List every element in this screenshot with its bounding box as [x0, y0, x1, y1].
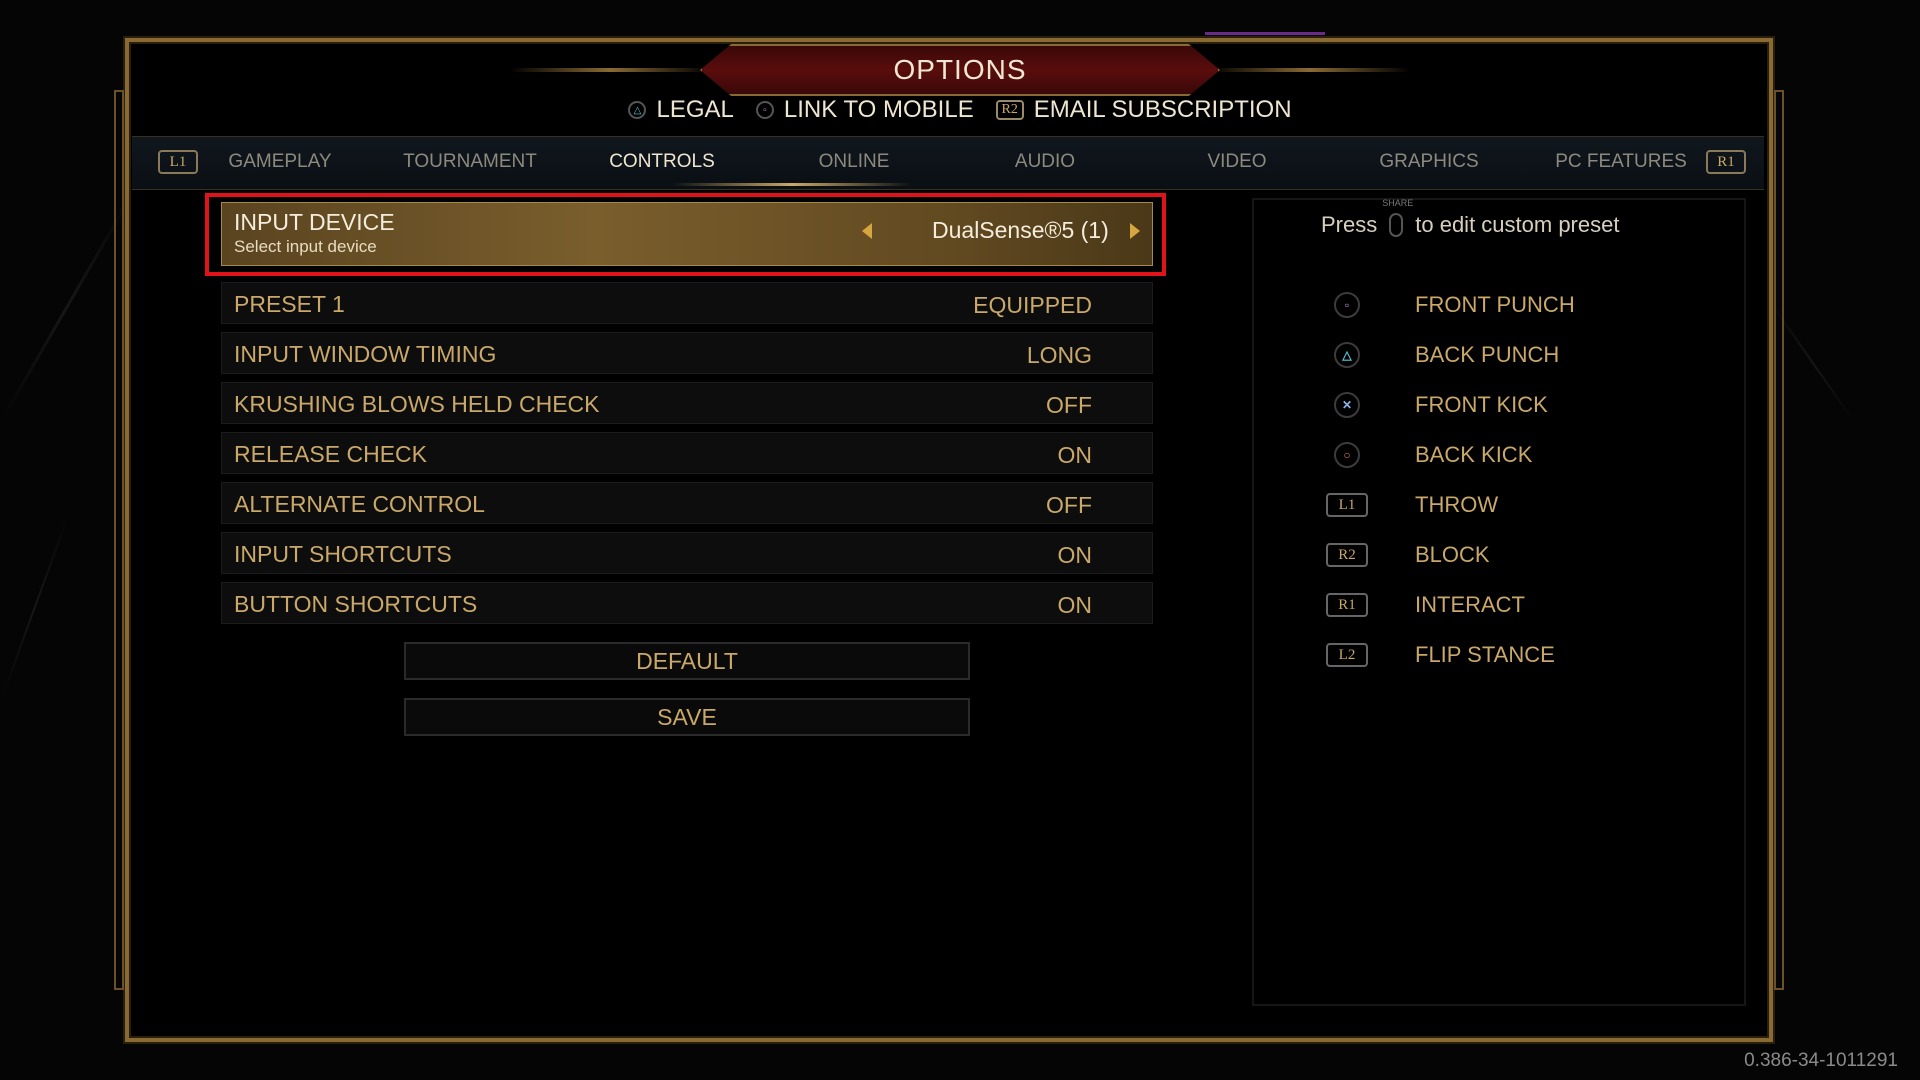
r2-button-icon: R2: [995, 100, 1024, 120]
tab-controls[interactable]: CONTROLS: [609, 151, 715, 173]
header-ornament-left: [510, 68, 710, 72]
setting-value: EQUIPPED: [973, 292, 1092, 318]
setting-value: ON: [1057, 442, 1093, 468]
mapping-row: ○ BACK KICK: [1325, 440, 1532, 470]
version-label: 0.386-34-1011291: [1744, 1050, 1898, 1071]
tab-pc-features[interactable]: PC FEATURES: [1555, 151, 1687, 173]
email-subscription-label: EMAIL SUBSCRIPTION: [1033, 96, 1292, 123]
square-button-icon: ▫: [1334, 292, 1360, 318]
page-title: OPTIONS: [893, 54, 1027, 85]
mapping-action: FRONT KICK: [1415, 392, 1548, 417]
l1-button-icon: L1: [1326, 493, 1368, 517]
setting-label: ALTERNATE CONTROL: [234, 491, 485, 517]
save-button[interactable]: SAVE: [404, 698, 970, 736]
frame-right-ornament: [1774, 90, 1784, 990]
setting-row-button-shortcuts[interactable]: BUTTON SHORTCUTS ON: [221, 582, 1153, 624]
setting-label: PRESET 1: [234, 291, 345, 317]
mapping-action: BLOCK: [1415, 542, 1490, 567]
setting-value: OFF: [1046, 392, 1092, 418]
hint-label: to edit custom preset: [1415, 212, 1620, 237]
tab-graphics[interactable]: GRAPHICS: [1379, 151, 1478, 173]
triangle-button-icon: △: [1334, 342, 1360, 368]
r1-bumper-icon[interactable]: R1: [1706, 150, 1746, 174]
email-subscription-link[interactable]: R2 EMAIL SUBSCRIPTION: [995, 96, 1292, 124]
setting-label: KRUSHING BLOWS HELD CHECK: [234, 391, 600, 417]
mapping-row: L1 THROW: [1325, 490, 1498, 520]
active-tab-indicator: [672, 183, 912, 186]
setting-row-alternate-control[interactable]: ALTERNATE CONTROL OFF: [221, 482, 1153, 524]
setting-row-krushing-blows[interactable]: KRUSHING BLOWS HELD CHECK OFF: [221, 382, 1153, 424]
setting-row-release-check[interactable]: RELEASE CHECK ON: [221, 432, 1153, 474]
tab-audio[interactable]: AUDIO: [1015, 151, 1075, 173]
frame-left-ornament: [114, 90, 124, 990]
tab-gameplay[interactable]: GAMEPLAY: [228, 151, 331, 173]
mapping-row: L2 FLIP STANCE: [1325, 640, 1555, 670]
l1-bumper-icon[interactable]: L1: [158, 150, 198, 174]
setting-value: ON: [1057, 592, 1093, 618]
setting-row-preset[interactable]: PRESET 1 EQUIPPED: [221, 282, 1153, 324]
triangle-button-icon: △: [628, 101, 647, 119]
top-accent-bar: [1205, 32, 1325, 35]
tab-video[interactable]: VIDEO: [1207, 151, 1266, 173]
setting-value: OFF: [1046, 492, 1092, 518]
mapping-row: ✕ FRONT KICK: [1325, 390, 1548, 420]
mapping-action: BACK PUNCH: [1415, 342, 1560, 367]
mapping-action: BACK KICK: [1415, 442, 1533, 467]
background-streak: [0, 512, 71, 701]
link-to-mobile-link[interactable]: ▫ LINK TO MOBILE: [755, 96, 974, 124]
l2-button-icon: L2: [1326, 643, 1368, 667]
mapping-row: R2 BLOCK: [1325, 540, 1490, 570]
mapping-action: FLIP STANCE: [1415, 642, 1555, 667]
default-button[interactable]: DEFAULT: [404, 642, 970, 680]
setting-row-input-window-timing[interactable]: INPUT WINDOW TIMING LONG: [221, 332, 1153, 374]
press-label: Press: [1321, 212, 1378, 237]
title-plate: OPTIONS: [700, 44, 1220, 96]
setting-row-input-shortcuts[interactable]: INPUT SHORTCUTS ON: [221, 532, 1153, 574]
share-button-icon: SHARE: [1382, 198, 1413, 237]
r2-button-icon: R2: [1326, 543, 1368, 567]
setting-value: LONG: [1026, 342, 1092, 368]
header-links: △ LEGAL ▫ LINK TO MOBILE R2 EMAIL SUBSCR…: [0, 96, 1920, 124]
tab-bar: L1 GAMEPLAY TOURNAMENT CONTROLS ONLINE A…: [132, 136, 1764, 190]
mapping-row: ▫ FRONT PUNCH: [1325, 290, 1575, 320]
selection-highlight: [205, 193, 1166, 276]
mapping-row: △ BACK PUNCH: [1325, 340, 1559, 370]
legal-link-label: LEGAL: [656, 96, 734, 123]
setting-value: ON: [1057, 542, 1093, 568]
tab-online[interactable]: ONLINE: [819, 151, 890, 173]
header-ornament-right: [1210, 68, 1410, 72]
setting-label: INPUT SHORTCUTS: [234, 541, 452, 567]
background-streak: [0, 194, 133, 422]
mapping-action: INTERACT: [1415, 592, 1525, 617]
mapping-action: THROW: [1415, 492, 1499, 517]
setting-label: RELEASE CHECK: [234, 441, 428, 467]
mapping-row: R1 INTERACT: [1325, 590, 1525, 620]
mapping-action: FRONT PUNCH: [1415, 292, 1575, 317]
cross-button-icon: ✕: [1334, 392, 1360, 418]
tab-tournament[interactable]: TOURNAMENT: [403, 151, 537, 173]
share-label: SHARE: [1382, 198, 1414, 208]
r1-button-icon: R1: [1326, 593, 1368, 617]
edit-preset-hint: Press SHARE to edit custom preset: [1321, 198, 1620, 238]
link-to-mobile-label: LINK TO MOBILE: [783, 96, 974, 123]
square-button-icon: ▫: [755, 101, 774, 119]
legal-link[interactable]: △ LEGAL: [628, 96, 734, 124]
setting-label: BUTTON SHORTCUTS: [234, 591, 478, 617]
circle-button-icon: ○: [1334, 442, 1360, 468]
setting-label: INPUT WINDOW TIMING: [234, 341, 497, 367]
